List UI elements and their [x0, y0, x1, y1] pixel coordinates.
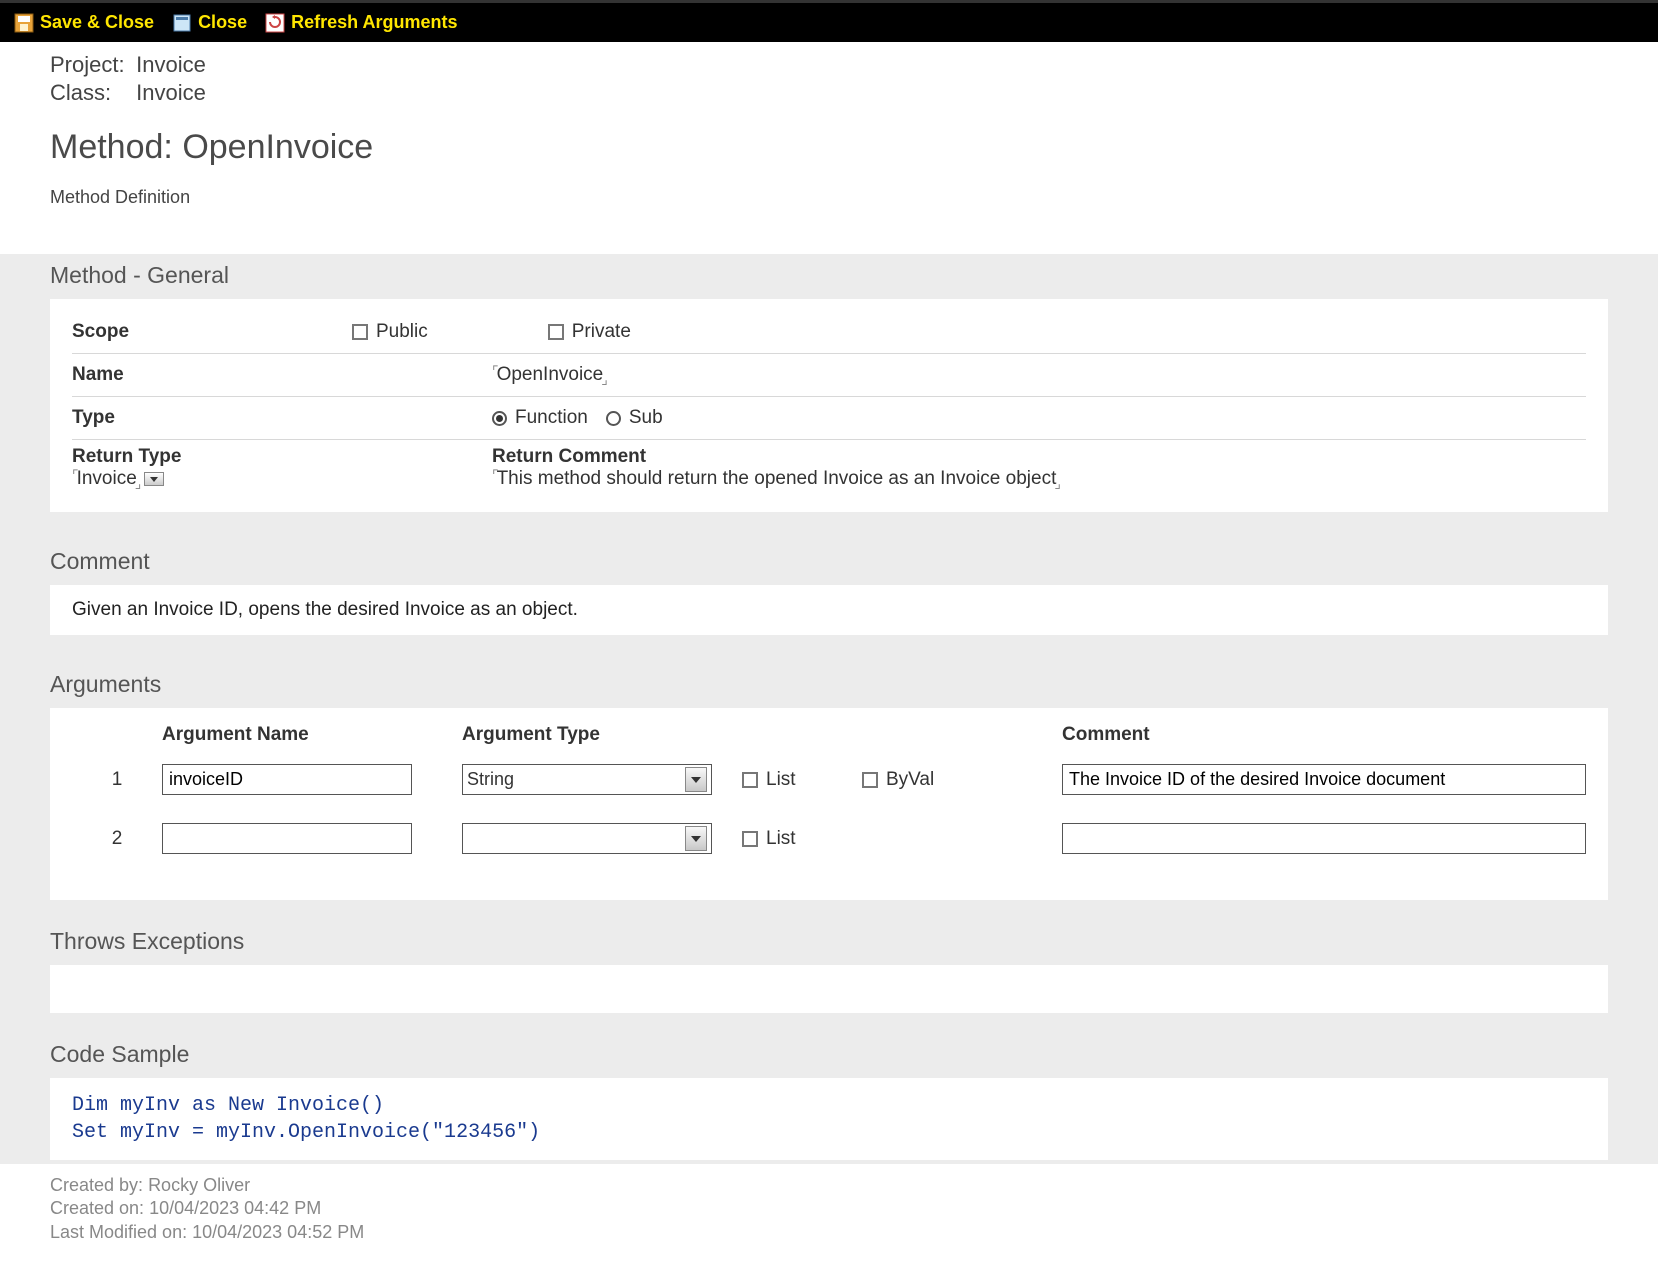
arguments-table: Argument Name Argument Type Comment 1 St… — [50, 708, 1608, 900]
row-index: 1 — [72, 769, 162, 791]
page-title: Method: OpenInvoice — [50, 128, 1608, 167]
checkbox-icon — [352, 324, 368, 340]
public-checkbox[interactable]: Public — [352, 321, 428, 343]
refresh-icon — [263, 11, 287, 35]
project-label: Project: — [50, 52, 130, 78]
argument-comment-input[interactable] — [1062, 764, 1586, 795]
byval-checkbox[interactable]: ByVal — [862, 769, 1062, 791]
code-sample-box[interactable]: Dim myInv as New Invoice() Set myInv = m… — [50, 1078, 1608, 1160]
general-panel: Scope Public Private Name OpenInvoice — [50, 299, 1608, 512]
refresh-arguments-button[interactable]: Refresh Arguments — [259, 9, 461, 37]
class-line: Class: Invoice — [50, 80, 1608, 106]
section-throws-title: Throws Exceptions — [50, 920, 1608, 965]
col-argument-type: Argument Type — [462, 724, 742, 746]
save-close-button[interactable]: Save & Close — [8, 9, 158, 37]
toolbar: Save & Close Close Refresh Arguments — [0, 0, 1658, 42]
class-value: Invoice — [136, 80, 206, 105]
name-field[interactable]: OpenInvoice — [492, 364, 608, 385]
return-type-label: Return Type — [72, 446, 492, 468]
arguments-header: Argument Name Argument Type Comment — [72, 720, 1586, 764]
refresh-arguments-label: Refresh Arguments — [291, 12, 457, 33]
throws-exceptions-box[interactable] — [50, 965, 1608, 1013]
col-argument-name: Argument Name — [162, 724, 462, 746]
name-row: Name OpenInvoice — [72, 354, 1586, 397]
created-on-value: 10/04/2023 04:42 PM — [149, 1198, 321, 1218]
col-comment: Comment — [1062, 724, 1586, 746]
section-code-title: Code Sample — [50, 1033, 1608, 1078]
dropdown-icon[interactable] — [144, 472, 164, 486]
section-arguments-title: Arguments — [50, 663, 1608, 708]
argument-row: 1 String List — [72, 764, 1586, 795]
close-label: Close — [198, 12, 247, 33]
type-label: Type — [72, 407, 352, 429]
argument-name-input[interactable] — [162, 764, 412, 795]
save-close-label: Save & Close — [40, 12, 154, 33]
comment-text: Given an Invoice ID, opens the desired I… — [72, 599, 578, 620]
checkbox-icon — [742, 831, 758, 847]
project-line: Project: Invoice — [50, 52, 1608, 78]
sub-radio[interactable]: Sub — [606, 407, 663, 429]
argument-comment-input[interactable] — [1062, 823, 1586, 854]
checkbox-icon — [548, 324, 564, 340]
save-icon — [12, 11, 36, 35]
row-index: 2 — [72, 828, 162, 850]
scope-label: Scope — [72, 321, 352, 343]
close-button[interactable]: Close — [166, 9, 251, 37]
type-row: Type Function Sub — [72, 397, 1586, 440]
method-definition-label: Method Definition — [50, 187, 1608, 208]
return-comment-label: Return Comment — [492, 446, 1061, 468]
list-checkbox[interactable]: List — [742, 828, 862, 850]
radio-icon — [606, 411, 621, 426]
list-checkbox[interactable]: List — [742, 769, 862, 791]
chevron-down-icon — [685, 826, 707, 851]
section-general-title: Method - General — [50, 254, 1608, 299]
argument-type-select[interactable]: String — [462, 764, 712, 795]
private-checkbox[interactable]: Private — [548, 321, 631, 343]
scope-row: Scope Public Private — [72, 311, 1586, 354]
created-by-value: Rocky Oliver — [148, 1175, 250, 1195]
function-radio[interactable]: Function — [492, 407, 588, 429]
argument-name-input[interactable] — [162, 823, 412, 854]
comment-box[interactable]: Given an Invoice ID, opens the desired I… — [50, 585, 1608, 635]
section-comment-title: Comment — [50, 540, 1608, 585]
radio-icon — [492, 411, 507, 426]
close-icon — [170, 11, 194, 35]
argument-type-select[interactable] — [462, 823, 712, 854]
footer: Created by: Rocky Oliver Created on: 10/… — [0, 1164, 1658, 1254]
modified-on-value: 10/04/2023 04:52 PM — [192, 1222, 364, 1242]
argument-row: 2 List — [72, 823, 1586, 854]
return-type-field[interactable]: Invoice — [72, 468, 141, 489]
chevron-down-icon — [685, 767, 707, 792]
checkbox-icon — [862, 772, 878, 788]
checkbox-icon — [742, 772, 758, 788]
class-label: Class: — [50, 80, 130, 106]
return-comment-field[interactable]: This method should return the opened Inv… — [492, 468, 1061, 489]
return-row: Return Type Invoice Return Comment This … — [72, 440, 1586, 500]
name-label: Name — [72, 364, 352, 386]
project-value: Invoice — [136, 52, 206, 77]
